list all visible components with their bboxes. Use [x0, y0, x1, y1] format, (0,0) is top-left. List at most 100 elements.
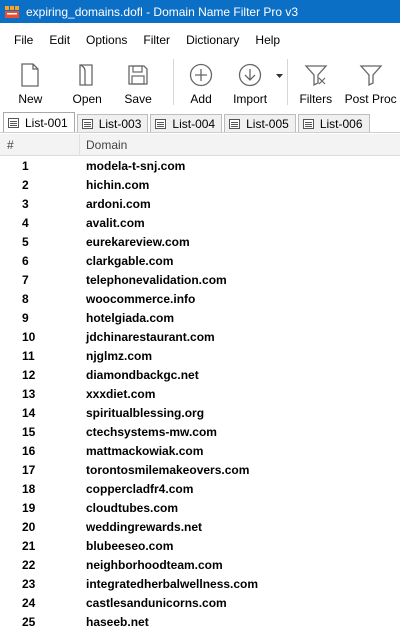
row-domain: xxxdiet.com — [86, 386, 156, 401]
table-row[interactable]: 21 blubeeseo.com — [0, 536, 400, 555]
menu-edit[interactable]: Edit — [41, 30, 78, 50]
list-icon — [81, 118, 93, 129]
row-domain: neighborhoodteam.com — [86, 557, 223, 572]
import-label: Import — [233, 92, 268, 106]
add-button[interactable]: Add — [180, 56, 223, 108]
menu-file[interactable]: File — [6, 30, 41, 50]
table-row[interactable]: 17 torontosmilemakeovers.com — [0, 460, 400, 479]
open-file-icon — [73, 60, 101, 90]
table-row[interactable]: 2 hichin.com — [0, 175, 400, 194]
tab-list-003[interactable]: List-003 — [76, 114, 149, 132]
toolbar: New Open Save Add Import Filters Post Pr… — [0, 56, 400, 110]
row-number: 4 — [22, 215, 29, 230]
table-row[interactable]: 5 eurekareview.com — [0, 232, 400, 251]
row-number: 15 — [22, 424, 36, 439]
toolbar-separator — [287, 59, 289, 105]
table-row[interactable]: 14 spiritualblessing.org — [0, 403, 400, 422]
menu-help[interactable]: Help — [247, 30, 288, 50]
table-row[interactable]: 7 telephonevalidation.com — [0, 270, 400, 289]
table-row[interactable]: 8 woocommerce.info — [0, 289, 400, 308]
list-tabs: List-001 List-003 List-004 List-005 List… — [0, 112, 400, 133]
row-domain: blubeeseo.com — [86, 538, 174, 553]
row-number: 11 — [22, 348, 35, 363]
row-number: 2 — [22, 177, 29, 192]
open-button[interactable]: Open — [61, 56, 114, 108]
row-number: 9 — [22, 310, 29, 325]
column-header-number[interactable]: # — [0, 133, 80, 156]
toolbar-separator — [172, 59, 174, 105]
table-row[interactable]: 6 clarkgable.com — [0, 251, 400, 270]
table-row[interactable]: 20 weddingrewards.net — [0, 517, 400, 536]
table-row[interactable]: 4 avalit.com — [0, 213, 400, 232]
grid-rows: 1 modela-t-snj.com 2 hichin.com 3 ardoni.com 4… — [0, 156, 400, 630]
row-number: 25 — [22, 614, 36, 629]
row-domain: njglmz.com — [86, 348, 153, 363]
tab-list-005[interactable]: List-005 — [224, 114, 296, 132]
row-domain: spiritualblessing.org — [86, 405, 205, 420]
new-button[interactable]: New — [0, 56, 61, 108]
app-logo-icon — [4, 4, 20, 20]
import-download-icon — [236, 60, 264, 90]
filters-button[interactable]: Filters — [290, 56, 341, 108]
table-row[interactable]: 16 mattmackowiak.com — [0, 441, 400, 460]
row-domain: weddingrewards.net — [86, 519, 203, 534]
tab-label: List-006 — [319, 116, 363, 131]
table-row[interactable]: 10 jdchinarestaurant.com — [0, 327, 400, 346]
tab-label: List-004 — [172, 116, 216, 131]
row-domain: haseeb.net — [86, 614, 149, 629]
domain-grid[interactable]: # Domain 1 modela-t-snj.com 2 hichin.com 3 ar… — [0, 133, 400, 630]
row-domain: clarkgable.com — [86, 253, 174, 268]
table-row[interactable]: 25 haseeb.net — [0, 612, 400, 630]
menu-dictionary[interactable]: Dictionary — [178, 30, 247, 50]
row-number: 14 — [22, 405, 36, 420]
add-label: Add — [190, 92, 212, 106]
row-number: 19 — [22, 500, 36, 515]
menu-filter[interactable]: Filter — [135, 30, 178, 50]
table-row[interactable]: 15 ctechsystems-mw.com — [0, 422, 400, 441]
row-domain: ardoni.com — [86, 196, 151, 211]
post-proc-button[interactable]: Post Proc — [341, 56, 400, 108]
tab-list-001[interactable]: List-001 — [3, 112, 75, 132]
menu-options[interactable]: Options — [78, 30, 135, 50]
row-number: 8 — [22, 291, 29, 306]
row-domain: jdchinarestaurant.com — [86, 329, 215, 344]
tab-label: List-001 — [25, 115, 68, 130]
tab-label: List-003 — [98, 116, 142, 131]
save-disk-icon — [124, 60, 152, 90]
add-plus-icon — [187, 60, 215, 90]
table-row[interactable]: 22 neighborhoodteam.com — [0, 555, 400, 574]
row-domain: mattmackowiak.com — [86, 443, 204, 458]
row-number: 23 — [22, 576, 36, 591]
table-row[interactable]: 23 integratedherbalwellness.com — [0, 574, 400, 593]
table-row[interactable]: 11 njglmz.com — [0, 346, 400, 365]
table-row[interactable]: 1 modela-t-snj.com — [0, 156, 400, 175]
tab-list-006[interactable]: List-006 — [297, 114, 370, 132]
import-button[interactable]: Import — [223, 56, 278, 108]
table-row[interactable]: 12 diamondbackgc.net — [0, 365, 400, 384]
table-row[interactable]: 13 xxxdiet.com — [0, 384, 400, 403]
tab-list-004[interactable]: List-004 — [150, 114, 223, 132]
row-domain: avalit.com — [86, 215, 145, 230]
row-domain: coppercladfr4.com — [86, 481, 194, 496]
post-proc-label: Post Proc — [344, 92, 397, 106]
row-number: 18 — [22, 481, 36, 496]
row-number: 5 — [22, 234, 29, 249]
save-label: Save — [124, 92, 152, 106]
table-row[interactable]: 9 hotelgiada.com — [0, 308, 400, 327]
table-row[interactable]: 19 cloudtubes.com — [0, 498, 400, 517]
row-number: 12 — [22, 367, 36, 382]
table-row[interactable]: 18 coppercladfr4.com — [0, 479, 400, 498]
save-button[interactable]: Save — [114, 56, 163, 108]
row-number: 13 — [22, 386, 36, 401]
list-icon — [155, 118, 167, 129]
column-header-domain[interactable]: Domain — [80, 134, 400, 156]
table-row[interactable]: 3 ardoni.com — [0, 194, 400, 213]
list-icon — [8, 117, 19, 128]
import-dropdown-arrow-icon[interactable] — [275, 56, 284, 96]
row-domain: torontosmilemakeovers.com — [86, 462, 250, 477]
menu-bar: File Edit Options Filter Dictionary Help — [0, 29, 400, 51]
table-row[interactable]: 24 castlesandunicorns.com — [0, 593, 400, 612]
row-domain: integratedherbalwellness.com — [86, 576, 259, 591]
row-domain: hichin.com — [86, 177, 150, 192]
row-number: 17 — [22, 462, 36, 477]
